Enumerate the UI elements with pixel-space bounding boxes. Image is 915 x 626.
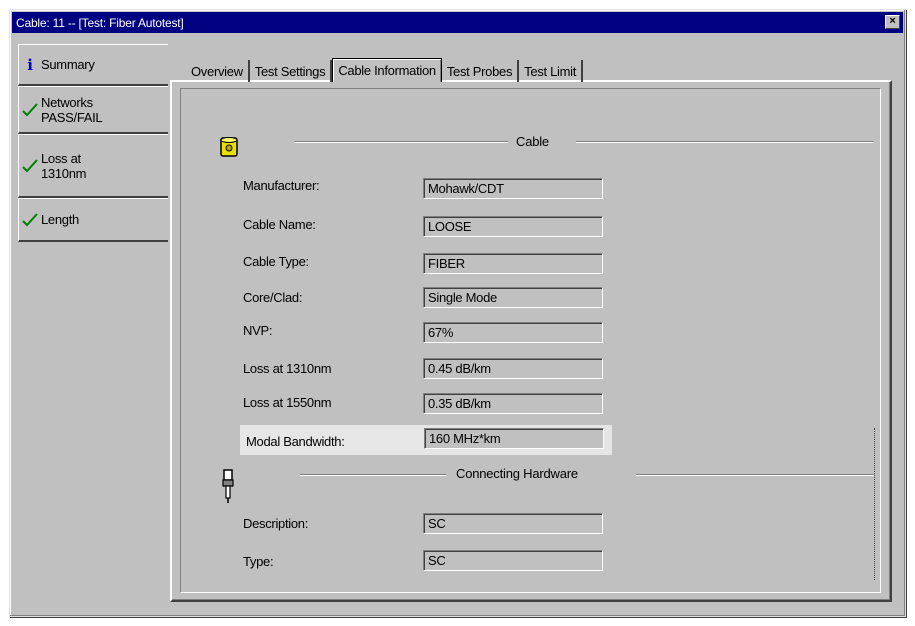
tab-test-probes[interactable]: Test Probes: [442, 60, 520, 82]
side-tab-networks[interactable]: Networks PASS/FAIL: [18, 86, 168, 134]
window-title: Cable: 11 -- [Test: Fiber Autotest]: [16, 15, 184, 30]
tab-test-limit[interactable]: Test Limit: [519, 60, 584, 82]
side-tab-label-line1: Loss at: [41, 150, 81, 166]
check-icon: [19, 158, 41, 173]
nvp-label: NVP:: [243, 323, 273, 338]
side-tab-length[interactable]: Length: [18, 198, 168, 242]
core-clad-label: Core/Clad:: [243, 290, 303, 305]
side-tab-label-line2: PASS/FAIL: [41, 109, 103, 125]
loss-1310-label: Loss at 1310nm: [243, 361, 332, 376]
cable-type-label: Cable Type:: [243, 254, 309, 269]
tab-cable-information[interactable]: Cable Information: [332, 58, 442, 82]
loss-1550-value: 0.35 dB/km: [423, 393, 603, 414]
loss-1550-label: Loss at 1550nm: [243, 395, 332, 410]
cable-name-value: LOOSE: [423, 216, 603, 237]
side-tab-list: i Summary Networks PASS/FAIL Loss at 131…: [18, 44, 168, 242]
loss-1310-value: 0.45 dB/km: [423, 358, 603, 379]
side-tab-label: Loss at 1310nm: [41, 151, 86, 181]
check-icon: [19, 102, 41, 117]
side-tab-summary[interactable]: i Summary: [18, 44, 168, 86]
modal-bandwidth-value: 160 MHz*km: [424, 428, 604, 449]
nvp-value: 67%: [423, 322, 603, 343]
cable-section-title: Cable: [516, 134, 549, 149]
close-button[interactable]: ×: [885, 15, 900, 29]
cable-spool-icon: [220, 136, 238, 161]
cable-name-label: Cable Name:: [243, 217, 316, 232]
side-tab-label-line1: Networks: [41, 94, 93, 110]
side-tab-label: Summary: [41, 57, 95, 72]
tab-overview[interactable]: Overview: [186, 60, 250, 82]
type-label: Type:: [243, 554, 274, 569]
description-label: Description:: [243, 516, 309, 531]
description-value: SC: [423, 513, 603, 534]
modal-bandwidth-label: Modal Bandwidth:: [246, 434, 345, 449]
tab-strip: Overview Test Settings Cable Information…: [186, 58, 584, 82]
side-tab-label-line2: 1310nm: [41, 165, 87, 181]
focus-dotted-border: [874, 428, 875, 580]
side-tab-label: Networks PASS/FAIL: [41, 94, 103, 125]
core-clad-value: Single Mode: [423, 287, 603, 308]
manufacturer-label: Manufacturer:: [243, 178, 320, 193]
manufacturer-value: Mohawk/CDT: [423, 178, 603, 199]
side-tab-loss-1310[interactable]: Loss at 1310nm: [18, 134, 168, 198]
hardware-section-title: Connecting Hardware: [456, 466, 578, 481]
cable-type-value: FIBER: [423, 253, 603, 274]
tab-test-settings[interactable]: Test Settings: [250, 60, 333, 82]
side-tab-label: Length: [41, 212, 79, 227]
type-value: SC: [423, 550, 603, 571]
separator-line: [294, 141, 508, 143]
check-icon: [19, 212, 41, 227]
hardware-section-header: Connecting Hardware: [214, 464, 874, 503]
title-bar[interactable]: Cable: 11 -- [Test: Fiber Autotest] ×: [12, 12, 903, 33]
info-icon: i: [27, 55, 33, 74]
cable-section-header: Cable: [214, 132, 874, 157]
separator-line: [300, 474, 446, 476]
separator-line: [636, 474, 874, 476]
connector-icon: [220, 468, 236, 507]
separator-line: [576, 141, 874, 143]
